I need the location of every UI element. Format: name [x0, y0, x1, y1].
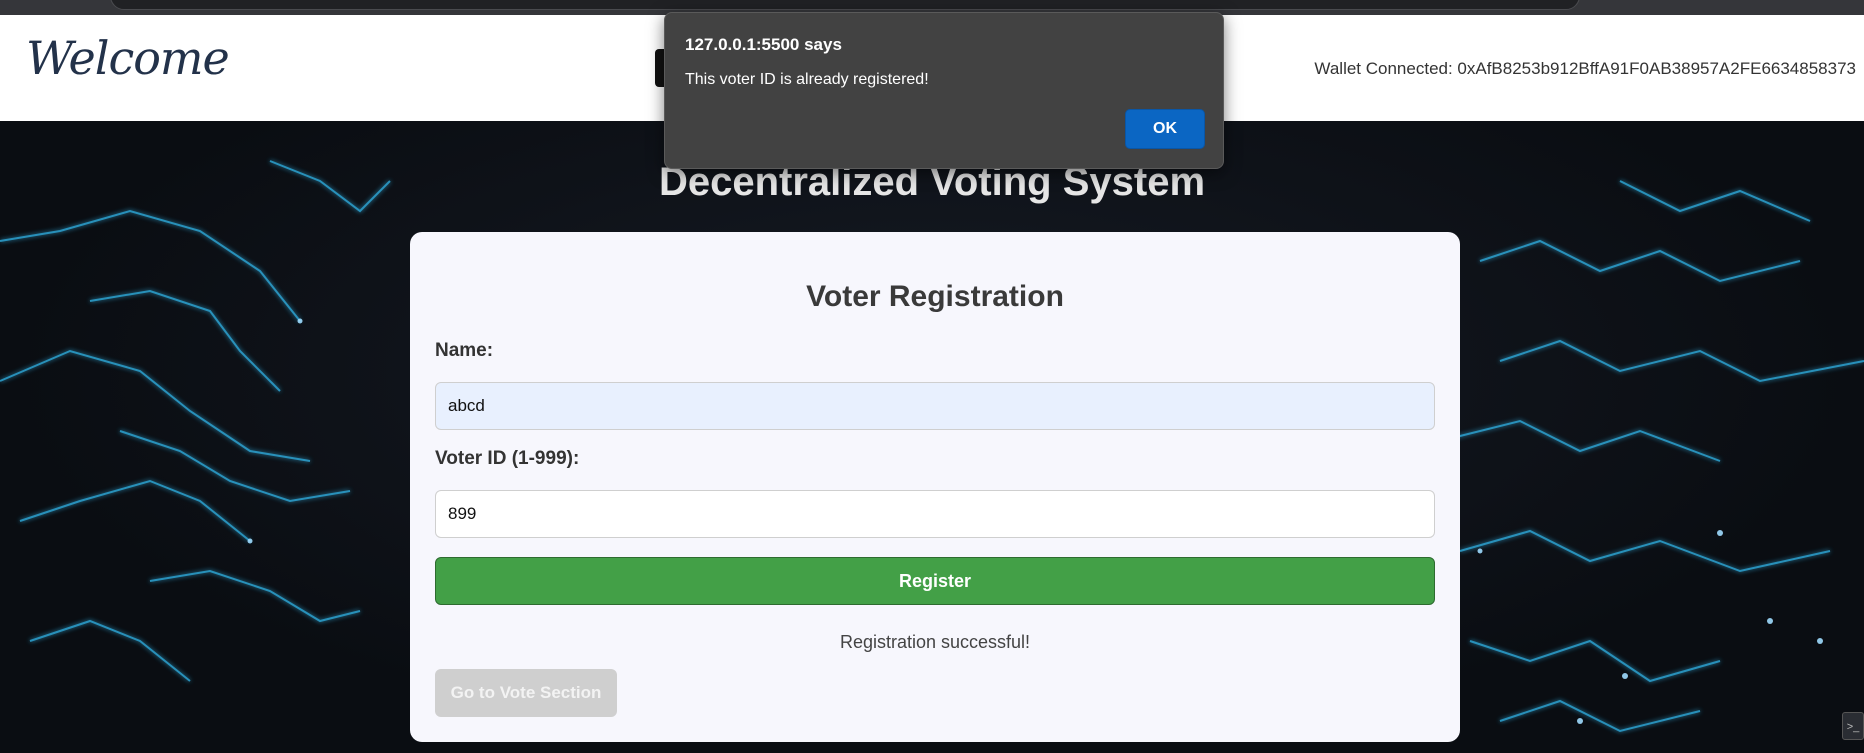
- name-label: Name:: [435, 340, 494, 361]
- registration-status-message: Registration successful!: [839, 632, 1031, 652]
- dialog-ok-button[interactable]: OK: [1125, 109, 1205, 149]
- go-to-vote-section-button[interactable]: Go to Vote Section: [435, 669, 617, 717]
- wallet-status: Wallet Connected: 0xAfB8253b912BffA91F0A…: [1314, 59, 1856, 78]
- address-bar[interactable]: [110, 0, 1580, 10]
- alert-dialog: 127.0.0.1:5500 says This voter ID is alr…: [664, 12, 1224, 169]
- register-button[interactable]: Register: [435, 557, 1435, 605]
- name-input[interactable]: [435, 382, 1435, 430]
- registration-heading: Voter Registration: [806, 280, 1064, 313]
- voter-id-label: Voter ID (1-999):: [435, 448, 580, 469]
- registration-card: Voter Registration Name: Voter ID (1-999…: [410, 232, 1460, 742]
- dialog-origin: 127.0.0.1:5500 says: [685, 35, 842, 54]
- welcome-logo: Welcome: [26, 31, 230, 85]
- dialog-message: This voter ID is already registered!: [685, 71, 929, 88]
- terminal-icon[interactable]: >_: [1842, 712, 1864, 740]
- voter-id-input[interactable]: [435, 490, 1435, 538]
